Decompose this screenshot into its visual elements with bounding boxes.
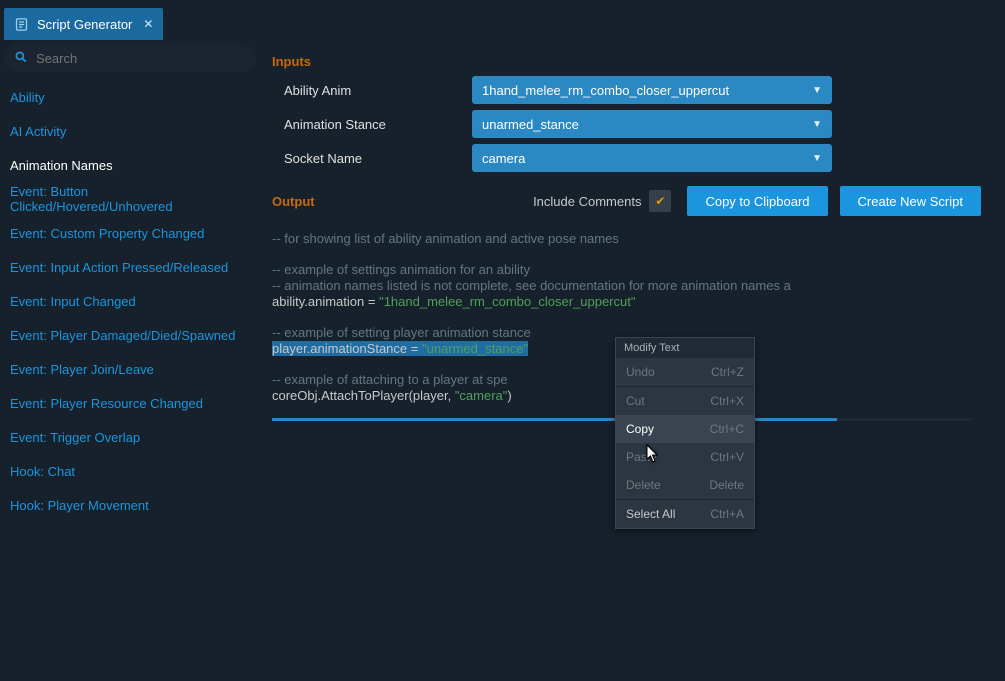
chevron-down-icon: ▼ (812, 119, 822, 130)
context-menu-item[interactable]: Copy Ctrl+C (616, 415, 754, 443)
sidebar-item[interactable]: Hook: Chat (0, 454, 260, 488)
sidebar-item[interactable]: Event: Input Changed (0, 284, 260, 318)
context-menu: Modify Text Undo Ctrl+Z Cut Ctrl+X Copy Ctrl+… (615, 337, 755, 529)
sidebar-item[interactable]: Event: Player Damaged/Died/Spawned (0, 318, 260, 352)
copy-to-clipboard-button[interactable]: Copy to Clipboard (687, 186, 827, 216)
menu-item-label: Delete (626, 478, 661, 492)
include-comments-checkbox[interactable]: ✔ (649, 190, 671, 212)
chevron-down-icon: ▼ (812, 153, 822, 164)
context-menu-item: Undo Ctrl+Z (616, 358, 754, 386)
sidebar-item[interactable]: AI Activity (0, 114, 260, 148)
menu-item-shortcut: Ctrl+Z (711, 365, 744, 379)
input-label: Animation Stance (272, 117, 472, 132)
search-box[interactable] (4, 44, 256, 72)
sidebar-item[interactable]: Event: Button Clicked/Hovered/Unhovered (0, 182, 260, 216)
sidebar-item[interactable]: Event: Player Resource Changed (0, 386, 260, 420)
menu-item-shortcut: Ctrl+X (710, 394, 744, 408)
input-row: Animation Stance unarmed_stance ▼ (272, 107, 981, 141)
output-header: Output (272, 194, 472, 209)
context-menu-item[interactable]: Select All Ctrl+A (616, 500, 754, 528)
input-select[interactable]: 1hand_melee_rm_combo_closer_uppercut ▼ (472, 76, 832, 104)
sidebar-item[interactable]: Event: Custom Property Changed (0, 216, 260, 250)
input-select[interactable]: unarmed_stance ▼ (472, 110, 832, 138)
menu-item-shortcut: Delete (709, 478, 744, 492)
menu-item-label: Cut (626, 394, 645, 408)
menu-item-label: Select All (626, 507, 675, 521)
context-menu-header: Modify Text (616, 338, 754, 358)
menu-item-label: Undo (626, 365, 655, 379)
context-menu-item: Paste Ctrl+V (616, 443, 754, 471)
create-new-script-button[interactable]: Create New Script (840, 186, 981, 216)
menu-item-shortcut: Ctrl+C (710, 422, 744, 436)
close-icon[interactable]: ✕ (143, 17, 153, 31)
sidebar-item[interactable]: Event: Input Action Pressed/Released (0, 250, 260, 284)
check-icon: ✔ (655, 194, 665, 208)
select-value: camera (482, 151, 525, 166)
sidebar-item[interactable]: Event: Trigger Overlap (0, 420, 260, 454)
tab-title-label: Script Generator (37, 17, 132, 32)
script-icon (14, 17, 29, 32)
search-icon (14, 50, 28, 67)
input-label: Socket Name (272, 151, 472, 166)
sidebar: AbilityAI ActivityAnimation NamesEvent: … (0, 40, 260, 680)
inputs-header: Inputs (272, 48, 981, 73)
select-value: unarmed_stance (482, 117, 579, 132)
menu-item-shortcut: Ctrl+A (710, 507, 744, 521)
tab-script-generator[interactable]: Script Generator ✕ (4, 8, 163, 40)
context-menu-item: Cut Ctrl+X (616, 387, 754, 415)
menu-item-label: Copy (626, 422, 654, 436)
input-select[interactable]: camera ▼ (472, 144, 832, 172)
select-value: 1hand_melee_rm_combo_closer_uppercut (482, 83, 729, 98)
menu-item-shortcut: Ctrl+V (710, 450, 744, 464)
input-row: Ability Anim1hand_melee_rm_combo_closer_… (272, 73, 981, 107)
search-input[interactable] (34, 50, 246, 67)
sidebar-item[interactable]: Hook: Player Movement (0, 488, 260, 522)
include-comments-label: Include Comments (533, 194, 641, 209)
input-row: Socket Name camera ▼ (272, 141, 981, 175)
input-label: Ability Anim (272, 83, 472, 98)
sidebar-item[interactable]: Animation Names (0, 148, 260, 182)
chevron-down-icon: ▼ (812, 85, 822, 96)
menu-item-label: Paste (626, 450, 657, 464)
sidebar-item[interactable]: Ability (0, 80, 260, 114)
context-menu-item: Delete Delete (616, 471, 754, 499)
sidebar-item[interactable]: Event: Player Join/Leave (0, 352, 260, 386)
